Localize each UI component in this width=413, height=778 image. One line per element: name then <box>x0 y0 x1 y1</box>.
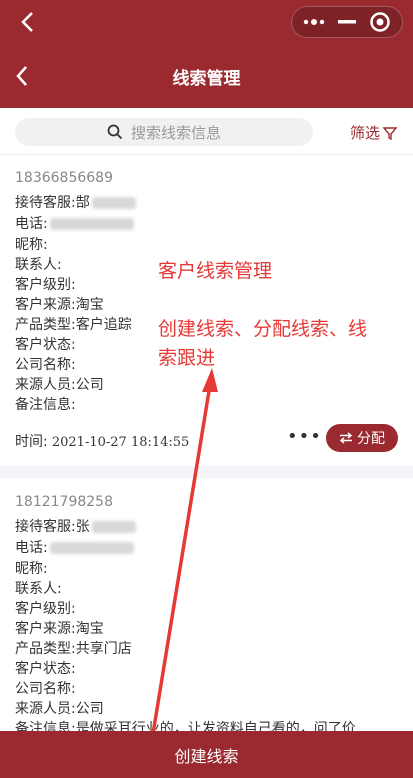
dots-icon <box>304 19 325 25</box>
assign-label: 分配 <box>357 431 385 447</box>
filter-label: 筛选 <box>349 124 380 142</box>
close-app-button[interactable] <box>365 8 395 36</box>
chevron-left-icon <box>16 66 27 86</box>
target-icon <box>369 12 390 32</box>
field-contact: 联系人: <box>15 581 62 597</box>
field-product-type: 产品类型:客户追踪 <box>15 317 132 333</box>
field-source: 客户来源:淘宝 <box>15 297 104 313</box>
minimize-button[interactable] <box>332 8 362 36</box>
field-nickname: 昵称: <box>15 561 48 577</box>
field-company: 公司名称: <box>15 357 76 373</box>
chevron-left-icon <box>21 12 33 32</box>
search-placeholder: 搜索线索信息 <box>130 123 221 142</box>
mini-program-capsule <box>291 6 403 38</box>
page-header: 线索管理 <box>0 44 413 108</box>
system-bar <box>0 0 413 44</box>
page-title: 线索管理 <box>172 68 241 89</box>
assign-button[interactable]: 分配 <box>326 424 398 452</box>
filter-button[interactable]: 筛选 <box>350 122 397 143</box>
field-source: 客户来源:淘宝 <box>15 621 104 637</box>
field-product-type: 产品类型:共享门店 <box>15 641 132 657</box>
back-button[interactable] <box>4 58 40 94</box>
filter-icon <box>383 126 397 140</box>
field-status: 客户状态: <box>15 661 76 677</box>
annotation-line-3: 索跟进 <box>158 347 216 369</box>
more-options-button[interactable]: ••• <box>287 426 322 447</box>
field-level: 客户级别: <box>15 601 76 617</box>
field-source-person: 来源人员:公司 <box>15 377 104 393</box>
field-agent: 接待客服:郜 <box>15 192 136 212</box>
field-phone: 电话: <box>15 537 134 557</box>
annotation-line-2: 创建线索、分配线索、线 <box>158 318 368 340</box>
lead-phone: 18366856689 <box>15 170 113 186</box>
field-remarks: 备注信息: <box>15 397 76 413</box>
lead-phone: 18121798258 <box>15 494 113 510</box>
field-status: 客户状态: <box>15 337 76 353</box>
field-agent: 接待客服:张 <box>15 516 136 536</box>
field-source-person: 来源人员:公司 <box>15 701 104 717</box>
more-menu-button[interactable] <box>299 8 329 36</box>
lead-time: 时间: 2021-10-27 18:14:55 <box>15 434 190 450</box>
search-icon <box>107 124 123 140</box>
search-input[interactable]: 搜索线索信息 <box>15 118 313 146</box>
field-level: 客户级别: <box>15 277 76 293</box>
field-contact: 联系人: <box>15 257 62 273</box>
field-nickname: 昵称: <box>15 237 48 253</box>
swap-arrows-icon <box>339 432 353 444</box>
system-back-button[interactable] <box>14 8 42 36</box>
lead-card[interactable]: 18366856689 接待客服:郜 电话: 昵称: 联系人: 客户级别: 客户… <box>0 160 413 466</box>
card-divider <box>0 466 413 478</box>
field-company: 公司名称: <box>15 681 76 697</box>
field-phone: 电话: <box>15 213 134 233</box>
annotation-line-1: 客户线索管理 <box>158 260 273 282</box>
minus-icon <box>337 20 356 24</box>
create-lead-label: 创建线索 <box>174 746 239 766</box>
search-bar: 搜索线索信息 筛选 <box>0 108 413 155</box>
create-lead-button[interactable]: 创建线索 <box>0 731 413 778</box>
lead-card[interactable]: 18121798258 接待客服:张 电话: 昵称: 联系人: 客户级别: 客户… <box>0 478 413 738</box>
